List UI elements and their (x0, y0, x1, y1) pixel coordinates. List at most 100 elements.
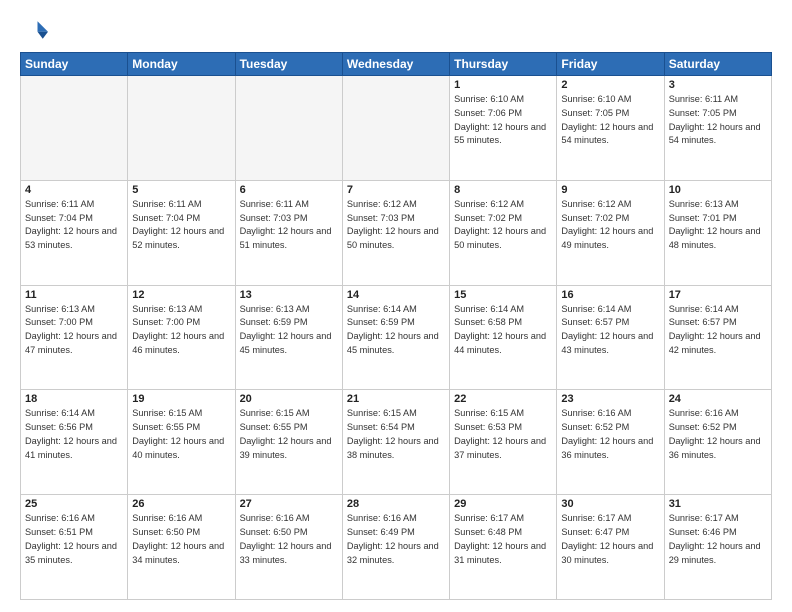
header (20, 16, 772, 44)
day-number: 3 (669, 79, 767, 91)
calendar: SundayMondayTuesdayWednesdayThursdayFrid… (20, 52, 772, 600)
day-number: 6 (240, 184, 338, 196)
day-info: Sunrise: 6:16 AMSunset: 6:51 PMDaylight:… (25, 512, 123, 567)
day-cell: 28Sunrise: 6:16 AMSunset: 6:49 PMDayligh… (342, 495, 449, 600)
day-info: Sunrise: 6:13 AMSunset: 7:00 PMDaylight:… (132, 303, 230, 358)
day-number: 31 (669, 498, 767, 510)
day-number: 18 (25, 393, 123, 405)
logo-icon (20, 16, 48, 44)
day-cell: 12 Sunrise: 6:13 AMSunset: 7:00 PMDayligh… (128, 285, 235, 390)
day-info: Sunrise: 6:14 AMSunset: 6:58 PMDaylight:… (454, 303, 552, 358)
header-row: SundayMondayTuesdayWednesdayThursdayFrid… (21, 53, 772, 76)
day-info: Sunrise: 6:11 AMSunset: 7:04 PMDaylight:… (25, 198, 123, 253)
day-cell: 13 Sunrise: 6:13 AMSunset: 6:59 PMDayligh… (235, 285, 342, 390)
day-cell: 19 Sunrise: 6:15 AMSunset: 6:55 PMDayligh… (128, 390, 235, 495)
day-info: Sunrise: 6:13 AMSunset: 6:59 PMDaylight:… (240, 303, 338, 358)
day-cell: 18Sunrise: 6:14 AMSunset: 6:56 PMDayligh… (21, 390, 128, 495)
day-info: Sunrise: 6:16 AMSunset: 6:50 PMDaylight:… (132, 512, 230, 567)
day-info: Sunrise: 6:17 AMSunset: 6:48 PMDaylight:… (454, 512, 552, 567)
page: SundayMondayTuesdayWednesdayThursdayFrid… (0, 0, 792, 612)
week-row-4: 25 Sunrise: 6:16 AMSunset: 6:51 PMDayligh… (21, 495, 772, 600)
day-header-monday: Monday (128, 53, 235, 76)
day-cell: 3Sunrise: 6:11 AMSunset: 7:05 PMDaylight… (664, 76, 771, 181)
day-cell: 29 Sunrise: 6:17 AMSunset: 6:48 PMDayligh… (450, 495, 557, 600)
day-cell: 4Sunrise: 6:11 AMSunset: 7:04 PMDaylight… (21, 180, 128, 285)
day-number: 21 (347, 393, 445, 405)
day-number: 23 (561, 393, 659, 405)
day-info: Sunrise: 6:17 AMSunset: 6:46 PMDaylight:… (669, 512, 767, 567)
logo (20, 16, 52, 44)
day-cell: 1 Sunrise: 6:10 AMSunset: 7:06 PMDaylight… (450, 76, 557, 181)
day-number: 28 (347, 498, 445, 510)
day-number: 17 (669, 289, 767, 301)
day-cell: 15 Sunrise: 6:14 AMSunset: 6:58 PMDayligh… (450, 285, 557, 390)
day-header-thursday: Thursday (450, 53, 557, 76)
day-info: Sunrise: 6:14 AMSunset: 6:57 PMDaylight:… (669, 303, 767, 358)
day-cell: 16 Sunrise: 6:14 AMSunset: 6:57 PMDayligh… (557, 285, 664, 390)
day-info: Sunrise: 6:11 AMSunset: 7:03 PMDaylight:… (240, 198, 338, 253)
day-number: 29 (454, 498, 552, 510)
week-row-1: 4Sunrise: 6:11 AMSunset: 7:04 PMDaylight… (21, 180, 772, 285)
day-cell: 8 Sunrise: 6:12 AMSunset: 7:02 PMDaylight… (450, 180, 557, 285)
day-info: Sunrise: 6:10 AMSunset: 7:05 PMDaylight:… (561, 93, 659, 148)
day-info: Sunrise: 6:16 AMSunset: 6:52 PMDaylight:… (669, 407, 767, 462)
day-cell: 26Sunrise: 6:16 AMSunset: 6:50 PMDayligh… (128, 495, 235, 600)
day-info: Sunrise: 6:15 AMSunset: 6:55 PMDaylight:… (240, 407, 338, 462)
day-number: 9 (561, 184, 659, 196)
day-info: Sunrise: 6:16 AMSunset: 6:52 PMDaylight:… (561, 407, 659, 462)
day-number: 1 (454, 79, 552, 91)
day-info: Sunrise: 6:11 AMSunset: 7:04 PMDaylight:… (132, 198, 230, 253)
day-number: 15 (454, 289, 552, 301)
week-row-0: 1 Sunrise: 6:10 AMSunset: 7:06 PMDaylight… (21, 76, 772, 181)
day-info: Sunrise: 6:14 AMSunset: 6:57 PMDaylight:… (561, 303, 659, 358)
day-header-wednesday: Wednesday (342, 53, 449, 76)
day-number: 25 (25, 498, 123, 510)
day-number: 2 (561, 79, 659, 91)
day-number: 20 (240, 393, 338, 405)
day-cell: 10 Sunrise: 6:13 AMSunset: 7:01 PMDayligh… (664, 180, 771, 285)
day-number: 12 (132, 289, 230, 301)
day-cell (235, 76, 342, 181)
day-info: Sunrise: 6:15 AMSunset: 6:55 PMDaylight:… (132, 407, 230, 462)
day-number: 22 (454, 393, 552, 405)
day-number: 24 (669, 393, 767, 405)
day-header-saturday: Saturday (664, 53, 771, 76)
day-number: 14 (347, 289, 445, 301)
day-info: Sunrise: 6:12 AMSunset: 7:02 PMDaylight:… (561, 198, 659, 253)
day-cell: 24 Sunrise: 6:16 AMSunset: 6:52 PMDayligh… (664, 390, 771, 495)
day-cell: 31 Sunrise: 6:17 AMSunset: 6:46 PMDayligh… (664, 495, 771, 600)
day-number: 13 (240, 289, 338, 301)
day-cell: 5 Sunrise: 6:11 AMSunset: 7:04 PMDaylight… (128, 180, 235, 285)
day-header-tuesday: Tuesday (235, 53, 342, 76)
day-cell: 17 Sunrise: 6:14 AMSunset: 6:57 PMDayligh… (664, 285, 771, 390)
day-number: 7 (347, 184, 445, 196)
day-number: 8 (454, 184, 552, 196)
day-number: 11 (25, 289, 123, 301)
day-info: Sunrise: 6:12 AMSunset: 7:02 PMDaylight:… (454, 198, 552, 253)
day-number: 5 (132, 184, 230, 196)
day-cell: 27 Sunrise: 6:16 AMSunset: 6:50 PMDayligh… (235, 495, 342, 600)
day-cell: 7Sunrise: 6:12 AMSunset: 7:03 PMDaylight… (342, 180, 449, 285)
day-info: Sunrise: 6:13 AMSunset: 7:01 PMDaylight:… (669, 198, 767, 253)
day-cell: 25 Sunrise: 6:16 AMSunset: 6:51 PMDayligh… (21, 495, 128, 600)
day-number: 16 (561, 289, 659, 301)
day-number: 27 (240, 498, 338, 510)
day-info: Sunrise: 6:13 AMSunset: 7:00 PMDaylight:… (25, 303, 123, 358)
day-cell: 21Sunrise: 6:15 AMSunset: 6:54 PMDayligh… (342, 390, 449, 495)
day-header-friday: Friday (557, 53, 664, 76)
day-cell (21, 76, 128, 181)
day-number: 19 (132, 393, 230, 405)
day-info: Sunrise: 6:17 AMSunset: 6:47 PMDaylight:… (561, 512, 659, 567)
day-info: Sunrise: 6:16 AMSunset: 6:50 PMDaylight:… (240, 512, 338, 567)
day-cell (128, 76, 235, 181)
day-cell: 9 Sunrise: 6:12 AMSunset: 7:02 PMDaylight… (557, 180, 664, 285)
day-info: Sunrise: 6:10 AMSunset: 7:06 PMDaylight:… (454, 93, 552, 148)
day-number: 10 (669, 184, 767, 196)
day-cell: 14 Sunrise: 6:14 AMSunset: 6:59 PMDayligh… (342, 285, 449, 390)
day-info: Sunrise: 6:15 AMSunset: 6:53 PMDaylight:… (454, 407, 552, 462)
day-header-sunday: Sunday (21, 53, 128, 76)
day-info: Sunrise: 6:14 AMSunset: 6:59 PMDaylight:… (347, 303, 445, 358)
day-cell: 11 Sunrise: 6:13 AMSunset: 7:00 PMDayligh… (21, 285, 128, 390)
day-cell: 22 Sunrise: 6:15 AMSunset: 6:53 PMDayligh… (450, 390, 557, 495)
day-cell: 6 Sunrise: 6:11 AMSunset: 7:03 PMDaylight… (235, 180, 342, 285)
